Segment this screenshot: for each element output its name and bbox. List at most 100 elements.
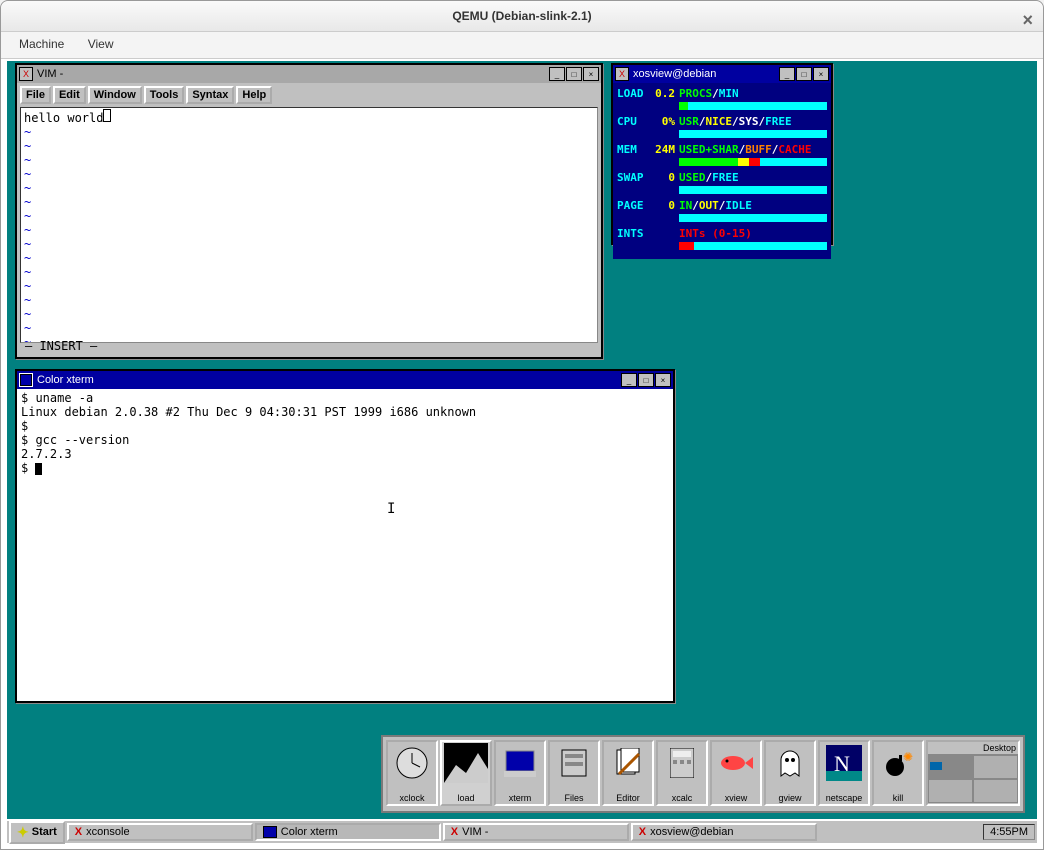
xterm-titlebar[interactable]: Color xterm _ □ ×: [17, 371, 673, 389]
task-xosview-debian[interactable]: Xxosview@debian: [631, 823, 817, 841]
vim-tilde: ~: [24, 167, 594, 181]
xterm-terminal[interactable]: $ uname -aLinux debian 2.0.38 #2 Thu Dec…: [17, 389, 673, 477]
vim-titlebar[interactable]: X VIM - _ □ ×: [17, 65, 601, 83]
vim-menu-edit[interactable]: Edit: [53, 86, 86, 104]
task-xconsole[interactable]: Xxconsole: [67, 823, 253, 841]
qemu-window: QEMU (Debian-slink-2.1) × Machine View X…: [0, 0, 1044, 850]
dock-label: kill: [874, 793, 922, 803]
vim-editor[interactable]: hello world ~~~~~~~~~~~~~~~~ — INSERT —: [20, 107, 598, 343]
qemu-titlebar[interactable]: QEMU (Debian-slink-2.1) ×: [1, 1, 1043, 32]
dock-label: xcalc: [658, 793, 706, 803]
dock-label: xview: [712, 793, 760, 803]
vim-tilde: ~: [24, 265, 594, 279]
term-line: Linux debian 2.0.38 #2 Thu Dec 9 04:30:3…: [21, 405, 669, 419]
close-icon[interactable]: ×: [655, 373, 671, 387]
minimize-icon[interactable]: _: [779, 67, 795, 81]
maximize-icon[interactable]: □: [566, 67, 582, 81]
vim-tilde: ~: [24, 321, 594, 335]
menu-machine[interactable]: Machine: [9, 32, 74, 56]
vim-cursor: [103, 109, 111, 122]
vim-tilde: ~: [24, 181, 594, 195]
dock-label: netscape: [820, 793, 868, 803]
close-icon[interactable]: ×: [583, 67, 599, 81]
term-cursor: [35, 463, 42, 475]
qemu-title: QEMU (Debian-slink-2.1): [452, 9, 591, 23]
vim-tilde: ~: [24, 209, 594, 223]
minimize-icon[interactable]: _: [621, 373, 637, 387]
ghost-icon: [766, 742, 814, 784]
vim-window[interactable]: X VIM - _ □ × FileEditWindowToolsSyntaxH…: [15, 63, 603, 359]
xos-row-load: LOAD0.2PROCS/MIN: [617, 87, 827, 110]
xterm-sysmenu-icon[interactable]: [19, 373, 33, 387]
term-line: $: [21, 419, 669, 433]
vim-menu-help[interactable]: Help: [236, 86, 272, 104]
guest-desktop[interactable]: X VIM - _ □ × FileEditWindowToolsSyntaxH…: [7, 61, 1037, 843]
vim-tilde: ~: [24, 153, 594, 167]
vim-tilde: ~: [24, 139, 594, 153]
task-label: Color xterm: [281, 826, 338, 838]
bomb-icon: ✺: [874, 742, 922, 784]
vim-tilde: ~: [24, 223, 594, 237]
terminal-icon: [263, 826, 277, 838]
xosview-title: xosview@debian: [633, 68, 716, 80]
dock-Files[interactable]: Files: [548, 740, 600, 806]
vim-tilde: ~: [24, 279, 594, 293]
start-button[interactable]: ✦ Start: [9, 821, 65, 844]
menu-view[interactable]: View: [78, 32, 124, 56]
vim-tilde: ~: [24, 335, 594, 343]
x-icon: X: [639, 826, 646, 838]
dock-netscape[interactable]: Nnetscape: [818, 740, 870, 806]
term-line: $: [21, 461, 669, 475]
dock-load[interactable]: load: [440, 740, 492, 806]
vim-tilde: ~: [24, 125, 594, 139]
dock-label: xterm: [496, 793, 544, 803]
dock-panel: xclock load xterm Files Editor xcalc xview gvie…: [381, 735, 1025, 813]
dock-label: gview: [766, 793, 814, 803]
task-vim-[interactable]: XVIM -: [443, 823, 629, 841]
close-icon[interactable]: ×: [813, 67, 829, 81]
start-label: Start: [32, 826, 57, 838]
term-line: $ uname -a: [21, 391, 669, 405]
editor-icon: [604, 742, 652, 784]
task-color-xterm[interactable]: Color xterm: [255, 823, 441, 841]
vim-menu-file[interactable]: File: [20, 86, 51, 104]
maximize-icon[interactable]: □: [796, 67, 812, 81]
xos-row-cpu: CPU0%USR/NICE/SYS/FREE: [617, 115, 827, 138]
vim-title: VIM -: [37, 68, 63, 80]
dock-Editor[interactable]: Editor: [602, 740, 654, 806]
close-icon[interactable]: ×: [1022, 5, 1033, 35]
maximize-icon[interactable]: □: [638, 373, 654, 387]
qemu-menubar: Machine View: [1, 32, 1043, 59]
xosview-titlebar[interactable]: X xosview@debian _ □ ×: [613, 65, 831, 83]
dock-kill[interactable]: ✺ kill: [872, 740, 924, 806]
xosview-window[interactable]: X xosview@debian _ □ × LOAD0.2PROCS/MIN C…: [611, 63, 833, 245]
dock-label: Files: [550, 793, 598, 803]
xosview-sysmenu-icon[interactable]: X: [615, 67, 629, 81]
x-icon: X: [75, 826, 82, 838]
vim-menu-tools[interactable]: Tools: [144, 86, 185, 104]
dock-xcalc[interactable]: xcalc: [656, 740, 708, 806]
xos-row-mem: MEM24MUSED+SHAR/BUFF/CACHE: [617, 143, 827, 166]
text-cursor-icon: I: [387, 501, 395, 517]
xterm-title: Color xterm: [37, 374, 94, 386]
xterm-window[interactable]: Color xterm _ □ × $ uname -aLinux debian…: [15, 369, 675, 703]
vim-tilde: ~: [24, 307, 594, 321]
vim-status: — INSERT —: [25, 339, 97, 343]
dock-gview[interactable]: gview: [764, 740, 816, 806]
vim-sysmenu-icon[interactable]: X: [19, 67, 33, 81]
task-label: xosview@debian: [650, 826, 733, 838]
netscape-icon: N: [820, 742, 868, 784]
fish-icon: [712, 742, 760, 784]
desktop-pager[interactable]: Desktop: [926, 740, 1020, 806]
minimize-icon[interactable]: _: [549, 67, 565, 81]
vim-menu-syntax[interactable]: Syntax: [186, 86, 234, 104]
x-icon: X: [451, 826, 458, 838]
dock-xterm[interactable]: xterm: [494, 740, 546, 806]
dock-xview[interactable]: xview: [710, 740, 762, 806]
vim-menu-window[interactable]: Window: [88, 86, 142, 104]
dock-xclock[interactable]: xclock: [386, 740, 438, 806]
dock-label: load: [442, 793, 490, 803]
vim-content: hello world: [24, 111, 103, 125]
pager-label: Desktop: [928, 742, 1018, 755]
vim-tilde: ~: [24, 237, 594, 251]
